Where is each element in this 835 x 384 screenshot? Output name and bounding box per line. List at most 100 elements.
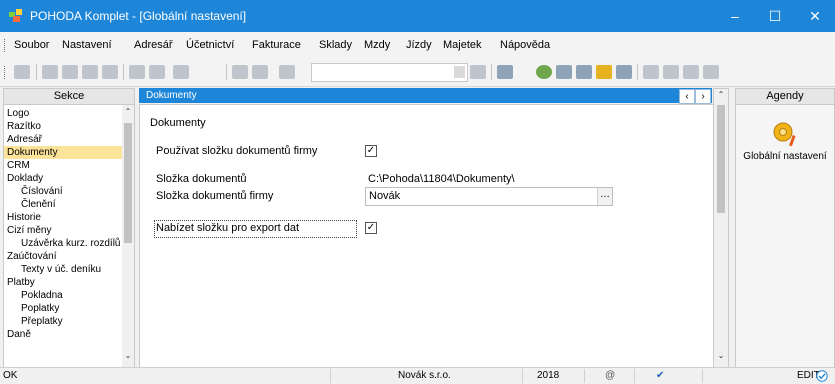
sidebar-item-dane[interactable]: Daně (7, 328, 31, 341)
close-button[interactable]: ✕ (795, 0, 835, 32)
sidebar-item-zauctovani[interactable]: Zaúčtování (7, 250, 56, 263)
use-folder-checkbox[interactable]: ✓ (365, 145, 377, 157)
menu-ucetnictvi[interactable]: Účetnictví (186, 39, 234, 51)
status-company: Novák s.r.o. (398, 370, 451, 381)
content-scrollbar[interactable]: ⌃ ⌄ (713, 88, 729, 368)
export-folder-label: Nabízet složku pro export dat (156, 222, 300, 234)
sidebar-item-dokumenty[interactable]: Dokumenty (4, 146, 123, 159)
menu-jizdy[interactable]: Jízdy (406, 39, 432, 51)
maximize-icon: ☐ (768, 7, 782, 24)
export-folder-checkbox[interactable]: ✓ (365, 222, 377, 234)
scroll-up-icon[interactable]: ⌃ (715, 90, 727, 99)
table-icon[interactable] (643, 65, 659, 79)
title-bar: POHODA Komplet - [Globální nastavení] – … (0, 0, 835, 32)
sidebar-item-crm[interactable]: CRM (7, 159, 30, 172)
docs-folder-label: Složka dokumentů (156, 173, 247, 185)
global-settings-icon[interactable] (772, 119, 798, 147)
toolbar-separator (491, 64, 492, 80)
content-scroll-thumb[interactable] (717, 105, 725, 213)
maximize-button[interactable]: ☐ (755, 0, 795, 32)
save-all-icon[interactable] (252, 65, 268, 79)
toolbar-grip[interactable] (4, 66, 7, 79)
scroll-down-icon[interactable]: ⌄ (715, 351, 727, 360)
filter-icon[interactable] (470, 65, 486, 79)
menu-soubor[interactable]: Soubor (14, 39, 49, 51)
new-record-icon[interactable] (129, 65, 145, 79)
status-separator (702, 369, 703, 383)
nav-next-button[interactable]: › (695, 89, 711, 104)
sidebar-item-cizi-meny[interactable]: Cizí měny (7, 224, 51, 237)
status-separator (584, 369, 585, 383)
menu-adresar[interactable]: Adresář (134, 39, 173, 51)
sidebar-item-texty[interactable]: Texty v úč. deníku (21, 263, 101, 276)
at-sign-icon: @ (605, 370, 616, 381)
nav-prev-button[interactable]: ‹ (679, 89, 695, 104)
menu-sklady[interactable]: Sklady (319, 39, 352, 51)
report-icon[interactable] (683, 65, 699, 79)
sidebar-scroll-thumb[interactable] (124, 123, 132, 243)
print-icon[interactable] (102, 65, 118, 79)
sidebar-item-uzaverka[interactable]: Uzávěrka kurz. rozdílů (21, 237, 120, 250)
sidebar-item-pokladna[interactable]: Pokladna (21, 289, 63, 302)
sidebar-list[interactable]: Logo Razítko Adresář Dokumenty CRM Dokla… (3, 104, 124, 368)
folder-icon[interactable] (497, 65, 513, 79)
save-icon[interactable] (232, 65, 248, 79)
sidebar-item-doklady[interactable]: Doklady (7, 172, 43, 185)
company-folder-label: Složka dokumentů firmy (156, 190, 274, 202)
browse-button[interactable]: … (597, 188, 612, 205)
menu-nastaveni[interactable]: Nastavení (62, 39, 112, 51)
status-separator (634, 369, 635, 383)
iban-icon[interactable] (616, 65, 632, 79)
menu-bar: Soubor Nastavení Adresář Účetnictví Fakt… (0, 32, 835, 59)
sidebar-item-historie[interactable]: Historie (7, 211, 41, 224)
chevron-down-icon[interactable] (454, 66, 465, 78)
copy-icon[interactable] (279, 65, 295, 79)
status-separator (330, 369, 331, 383)
sidebar-header: Sekce (3, 88, 135, 105)
back-arrow-icon[interactable] (173, 65, 189, 79)
sidebar-item-cleneni[interactable]: Členění (21, 198, 55, 211)
toolbar-separator (226, 64, 227, 80)
sidebar-item-razitko[interactable]: Razítko (7, 120, 41, 133)
sidebar-scrollbar[interactable]: ⌃ ⌄ (122, 104, 135, 368)
toolbar-separator (36, 64, 37, 80)
sidebar-item-poplatky[interactable]: Poplatky (21, 302, 59, 315)
menu-mzdy[interactable]: Mzdy (364, 39, 390, 51)
edit-icon[interactable] (149, 65, 165, 79)
edit-check-icon (816, 370, 828, 382)
document-icon[interactable] (576, 65, 592, 79)
calculator-icon[interactable] (556, 65, 572, 79)
use-folder-label: Používat složku dokumentů firmy (156, 145, 318, 157)
sidebar-item-adresar[interactable]: Adresář (7, 133, 42, 146)
toolbar (0, 58, 835, 87)
company-folder-field[interactable]: Novák … (365, 187, 613, 206)
scroll-down-icon[interactable]: ⌄ (122, 351, 134, 360)
users-group-icon[interactable] (596, 65, 612, 79)
list-icon[interactable] (663, 65, 679, 79)
print-preview-icon[interactable] (82, 65, 98, 79)
globe-icon[interactable] (536, 65, 552, 79)
menu-majetek[interactable]: Majetek (443, 39, 482, 51)
scroll-up-icon[interactable]: ⌃ (122, 107, 134, 116)
sidebar-item-preplatky[interactable]: Přeplatky (21, 315, 63, 328)
menu-grip[interactable] (4, 39, 7, 52)
help-icon[interactable] (703, 65, 719, 79)
minimize-button[interactable]: – (715, 0, 755, 32)
accounting-unit-icon[interactable] (14, 65, 30, 79)
agendy-item-label[interactable]: Globální nastavení (736, 151, 834, 162)
checkmark-icon: ✔ (656, 370, 665, 381)
sidebar-item-logo[interactable]: Logo (7, 107, 29, 120)
menu-napoveda[interactable]: Nápověda (500, 39, 550, 51)
status-separator (522, 369, 523, 383)
sidebar-item-platby[interactable]: Platby (7, 276, 35, 289)
menu-fakturace[interactable]: Fakturace (252, 39, 301, 51)
settings-icon[interactable] (42, 65, 58, 79)
users-icon[interactable] (62, 65, 78, 79)
status-text: OK (3, 370, 18, 381)
content-header-title: Dokumenty (146, 90, 197, 101)
content-panel: Dokumenty Používat složku dokumentů firm… (139, 104, 714, 368)
section-title: Dokumenty (150, 117, 206, 129)
sidebar-item-cislovani[interactable]: Číslování (21, 185, 63, 198)
toolbar-combobox[interactable] (311, 63, 468, 82)
agendy-panel: Globální nastavení (735, 104, 835, 368)
